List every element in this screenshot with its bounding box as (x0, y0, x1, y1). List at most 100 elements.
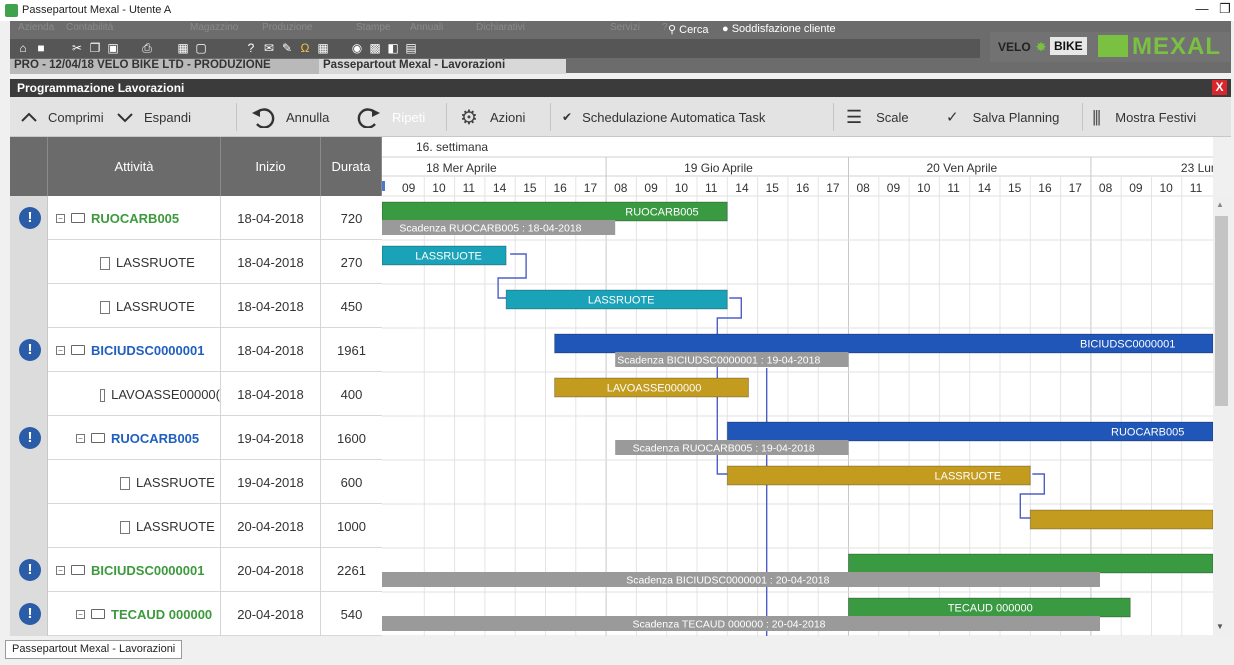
pin-icon[interactable]: ✎ (280, 41, 294, 55)
scroll-up-icon[interactable]: ▲ (1216, 200, 1224, 209)
chat-icon[interactable]: ✉ (262, 41, 276, 55)
alert-icon[interactable]: ! (19, 427, 41, 449)
actions-button[interactable]: ⚙ Azioni (460, 97, 525, 137)
menu-item-servizi[interactable]: Servizi (610, 22, 640, 33)
sheet-icon[interactable]: ▢ (194, 41, 208, 55)
restore-button[interactable]: ❐ (1210, 1, 1234, 19)
start-date-cell: 19-04-2018 (221, 460, 321, 504)
table-row[interactable]: LASSRUOTE 20-04-2018 1000 (10, 504, 382, 548)
search-icon: ⚲ (668, 24, 677, 36)
menu-item-stampe[interactable]: Stampe (356, 22, 390, 33)
undo-button[interactable]: Annulla (250, 97, 329, 137)
copy-icon[interactable]: ❐ (88, 41, 102, 55)
alert-icon[interactable]: ! (19, 339, 41, 361)
activity-cell[interactable]: − RUOCARB005 (48, 416, 221, 460)
alert-icon[interactable]: ! (19, 559, 41, 581)
activity-cell[interactable]: LAVOASSE00000( (48, 372, 221, 416)
scrollbar-thumb[interactable] (1215, 216, 1228, 406)
alert-icon[interactable]: ! (19, 603, 41, 625)
table-row[interactable]: ! − BICIUDSC0000001 18-04-2018 1961 (10, 328, 382, 372)
panel-icon[interactable]: ◧ (386, 41, 400, 55)
monitor-icon[interactable]: ▩ (368, 41, 382, 55)
folder-icon (71, 345, 85, 355)
activity-label: RUOCARB005 (91, 210, 180, 226)
menu-item-contabilita[interactable]: Contabilità (66, 22, 113, 33)
hour-label: 10 (917, 181, 931, 195)
task-bar-label: RUOCARB005 (1111, 427, 1184, 439)
table-row[interactable]: ! − TECAUD 000000 20-04-2018 540 (10, 592, 382, 636)
menu-item-dichiarativi[interactable]: Dichiarativi (476, 22, 525, 33)
task-bar-label: LASSRUOTE (415, 251, 482, 263)
hour-label: 16 (554, 181, 568, 195)
redo-button[interactable]: Ripeti (356, 97, 425, 137)
scale-button[interactable]: ☰ Scale (846, 97, 909, 137)
tab-lavorazioni[interactable]: Passepartout Mexal - Lavorazioni (319, 59, 566, 74)
gear-icon: ⚙ (460, 106, 478, 129)
print-icon[interactable]: ⎙ (140, 41, 154, 55)
activity-cell[interactable]: LASSRUOTE (48, 240, 221, 284)
home-icon[interactable]: ⌂ (16, 41, 30, 55)
close-panel-button[interactable]: X (1212, 80, 1227, 95)
calendar-icon[interactable]: ▤ (404, 41, 418, 55)
day-label: 20 Ven Aprile (927, 161, 998, 175)
activity-label: LASSRUOTE (136, 474, 215, 490)
omega-icon[interactable]: Ω (298, 41, 312, 55)
task-bar[interactable] (1029, 509, 1213, 530)
activity-cell[interactable]: − TECAUD 000000 (48, 592, 221, 636)
grid-header-activity[interactable]: Attività (48, 137, 221, 196)
activity-cell[interactable]: LASSRUOTE (48, 504, 221, 548)
menu-item-magazzino[interactable]: Magazzino (190, 22, 238, 33)
table-row[interactable]: ! − RUOCARB005 19-04-2018 1600 (10, 416, 382, 460)
paste-icon[interactable]: ▣ (106, 41, 120, 55)
due-date-label: Scadenza BICIUDSC0000001 : 19-04-2018 (617, 355, 820, 367)
alert-cell: ! (10, 196, 48, 240)
table-row[interactable]: LASSRUOTE 18-04-2018 450 (10, 284, 382, 328)
menu-item-produzione[interactable]: Produzione (262, 22, 313, 33)
table-row[interactable]: LAVOASSE00000(18-04-2018 400 (10, 372, 382, 416)
table-row[interactable]: LASSRUOTE 19-04-2018 600 (10, 460, 382, 504)
collapse-toggle-icon[interactable]: − (76, 609, 85, 619)
menu-item-help[interactable]: ? (662, 22, 668, 33)
week-label: 16. settimana (416, 140, 488, 154)
activity-cell[interactable]: − RUOCARB005 (48, 196, 221, 240)
activity-label: BICIUDSC0000001 (91, 342, 205, 358)
scroll-down-icon[interactable]: ▼ (1216, 622, 1224, 631)
collapse-toggle-icon[interactable]: − (56, 345, 65, 355)
status-tab-lavorazioni[interactable]: Passepartout Mexal - Lavorazioni (5, 640, 183, 659)
activity-cell[interactable]: − BICIUDSC0000001 (48, 328, 221, 372)
table-row[interactable]: ! − RUOCARB005 18-04-2018 720 (10, 196, 382, 240)
auto-schedule-checkbox[interactable]: ✔ Schedulazione Automatica Task (562, 97, 765, 137)
menu-item-annuali[interactable]: Annuali (410, 22, 443, 33)
cut-icon[interactable]: ✂ (70, 41, 84, 55)
activity-cell[interactable]: LASSRUOTE (48, 460, 221, 504)
activity-cell[interactable]: LASSRUOTE (48, 284, 221, 328)
save-planning-button[interactable]: ✓ Salva Planning (946, 97, 1059, 137)
duration-cell: 400 (340, 386, 363, 402)
user-icon[interactable]: ■ (34, 41, 48, 55)
calculator-icon[interactable]: ▦ (316, 41, 330, 55)
alert-icon[interactable]: ! (19, 207, 41, 229)
menu-item-azienda[interactable]: Azienda (18, 22, 54, 33)
window-icon[interactable]: ▦ (176, 41, 190, 55)
table-row[interactable]: ! − BICIUDSC0000001 20-04-2018 2261 (10, 548, 382, 592)
help-icon[interactable]: ? (244, 41, 258, 55)
collapse-button[interactable]: Comprimi (20, 97, 104, 137)
toolbar-divider (1082, 103, 1083, 131)
target-icon[interactable]: ◉ (350, 41, 364, 55)
table-row[interactable]: LASSRUOTE 18-04-2018 270 (10, 240, 382, 284)
expand-button[interactable]: Espandi (116, 97, 191, 137)
satisfaction-link[interactable]: ● Soddisfazione cliente (722, 23, 836, 35)
task-bar[interactable] (848, 553, 1214, 574)
grid-header-start[interactable]: Inizio (221, 137, 321, 196)
duration-cell: 720 (340, 210, 363, 226)
activity-cell[interactable]: − BICIUDSC0000001 (48, 548, 221, 592)
alert-cell (10, 460, 48, 504)
show-holidays-button[interactable]: ||| Mostra Festivi (1092, 97, 1196, 137)
start-date-cell: 18-04-2018 (221, 328, 321, 372)
collapse-toggle-icon[interactable]: − (76, 433, 85, 443)
grid-header-duration[interactable]: Durata (321, 137, 382, 196)
collapse-toggle-icon[interactable]: − (56, 565, 65, 575)
collapse-toggle-icon[interactable]: − (56, 213, 65, 223)
toolbar-divider (833, 103, 834, 131)
search-link[interactable]: ⚲ Cerca (668, 23, 708, 36)
